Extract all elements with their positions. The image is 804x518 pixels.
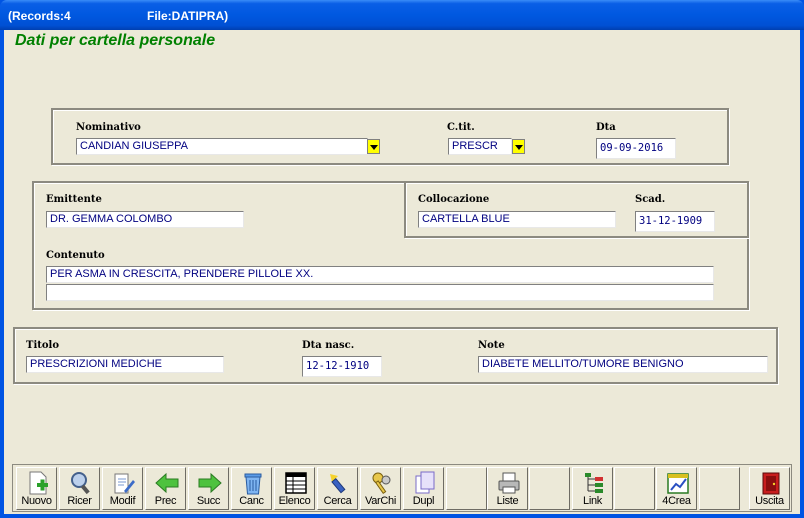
titolo-label: Titolo bbox=[26, 340, 59, 351]
flashlight-icon bbox=[330, 474, 346, 494]
uscita-button[interactable]: Uscita bbox=[749, 467, 790, 510]
dta-nasc-label: Dta nasc. bbox=[302, 340, 355, 351]
contenuto-line-2[interactable] bbox=[46, 284, 714, 301]
elenco-label: Elenco bbox=[278, 495, 311, 507]
emittente-field[interactable]: DR. GEMMA COLOMBO bbox=[46, 211, 244, 228]
ricer-button[interactable]: Ricer bbox=[59, 467, 100, 510]
empty-slot-2 bbox=[529, 467, 570, 510]
contenuto-label: Contenuto bbox=[46, 250, 105, 261]
collocazione-label: Collocazione bbox=[418, 194, 490, 205]
prec-label: Prec bbox=[154, 495, 177, 507]
liste-label: Liste bbox=[496, 495, 519, 507]
arrow-left-icon bbox=[155, 472, 179, 494]
liste-button[interactable]: Liste bbox=[487, 467, 528, 510]
records-count: (Records:4 bbox=[8, 9, 71, 23]
empty-slot-3 bbox=[614, 467, 655, 510]
varchi-button[interactable]: VarChi bbox=[360, 467, 401, 510]
ricer-label: Ricer bbox=[67, 495, 92, 507]
elenco-button[interactable]: Elenco bbox=[274, 467, 315, 510]
nuovo-label: Nuovo bbox=[21, 495, 52, 507]
dupl-label: Dupl bbox=[412, 495, 435, 507]
succ-button[interactable]: Succ bbox=[188, 467, 229, 510]
contenuto-line-1[interactable]: PER ASMA IN CRESCITA, PRENDERE PILLOLE X… bbox=[46, 266, 714, 283]
nominativo-dropdown-icon[interactable] bbox=[367, 139, 380, 154]
link-label: Link bbox=[583, 495, 602, 507]
dta-label: Dta bbox=[596, 122, 616, 133]
file-name: File:DATIPRA) bbox=[147, 9, 229, 23]
toolbar: Nuovo Ricer Modif Prec Succ Canc Elenco … bbox=[12, 464, 792, 512]
modif-button[interactable]: Modif bbox=[102, 467, 143, 510]
emittente-label: Emittente bbox=[46, 194, 102, 205]
note-field[interactable]: DIABETE MELLITO/TUMORE BENIGNO bbox=[478, 356, 768, 373]
ctit-field[interactable]: PRESCR bbox=[448, 138, 512, 155]
create-chart-icon bbox=[667, 473, 689, 494]
dupl-button[interactable]: Dupl bbox=[403, 467, 444, 510]
varchi-label: VarChi bbox=[364, 495, 396, 507]
cerca-label: Cerca bbox=[323, 495, 352, 507]
crea4-button[interactable]: 4Crea bbox=[656, 467, 697, 510]
dta-nasc-field[interactable]: 12-12-1910 bbox=[302, 356, 382, 377]
collocazione-field[interactable]: CARTELLA BLUE bbox=[418, 211, 616, 228]
note-label: Note bbox=[478, 340, 505, 351]
page-title: Dati per cartella personale bbox=[15, 32, 216, 49]
magnifier-icon bbox=[71, 472, 90, 495]
title-bar[interactable]: (Records:4 File:DATIPRA) bbox=[0, 0, 804, 30]
cerca-button[interactable]: Cerca bbox=[317, 467, 358, 510]
prec-button[interactable]: Prec bbox=[145, 467, 186, 510]
scad-field[interactable]: 31-12-1909 bbox=[635, 211, 715, 232]
ctit-dropdown-icon[interactable] bbox=[512, 139, 525, 154]
link-button[interactable]: Link bbox=[572, 467, 613, 510]
empty-slot-4 bbox=[699, 467, 740, 510]
dta-field[interactable]: 09-09-2016 bbox=[596, 138, 676, 159]
modif-label: Modif bbox=[109, 495, 136, 507]
titolo-field[interactable]: PRESCRIZIONI MEDICHE bbox=[26, 356, 224, 373]
new-document-icon bbox=[29, 471, 48, 495]
duplicate-icon bbox=[415, 471, 435, 494]
hierarchy-icon bbox=[585, 473, 603, 493]
nominativo-label: Nominativo bbox=[76, 122, 141, 133]
edit-document-icon bbox=[114, 473, 135, 494]
exit-door-icon bbox=[762, 472, 780, 495]
succ-label: Succ bbox=[196, 495, 221, 507]
canc-label: Canc bbox=[239, 495, 264, 507]
keys-icon bbox=[372, 472, 391, 495]
nuovo-button[interactable]: Nuovo bbox=[16, 467, 57, 510]
printer-icon bbox=[498, 472, 520, 494]
table-list-icon bbox=[285, 472, 307, 494]
uscita-label: Uscita bbox=[755, 495, 784, 507]
form-area: Dati per cartella personale Nominativo C… bbox=[4, 30, 800, 514]
canc-button[interactable]: Canc bbox=[231, 467, 272, 510]
trash-icon bbox=[244, 473, 262, 495]
empty-slot-1 bbox=[446, 467, 487, 510]
scad-label: Scad. bbox=[635, 194, 666, 205]
arrow-right-icon bbox=[198, 472, 222, 494]
nominativo-field[interactable]: CANDIAN GIUSEPPA bbox=[76, 138, 368, 155]
ctit-label: C.tit. bbox=[447, 122, 475, 133]
crea4-label: 4Crea bbox=[662, 495, 691, 507]
app-window: (Records:4 File:DATIPRA) Dati per cartel… bbox=[0, 0, 804, 518]
